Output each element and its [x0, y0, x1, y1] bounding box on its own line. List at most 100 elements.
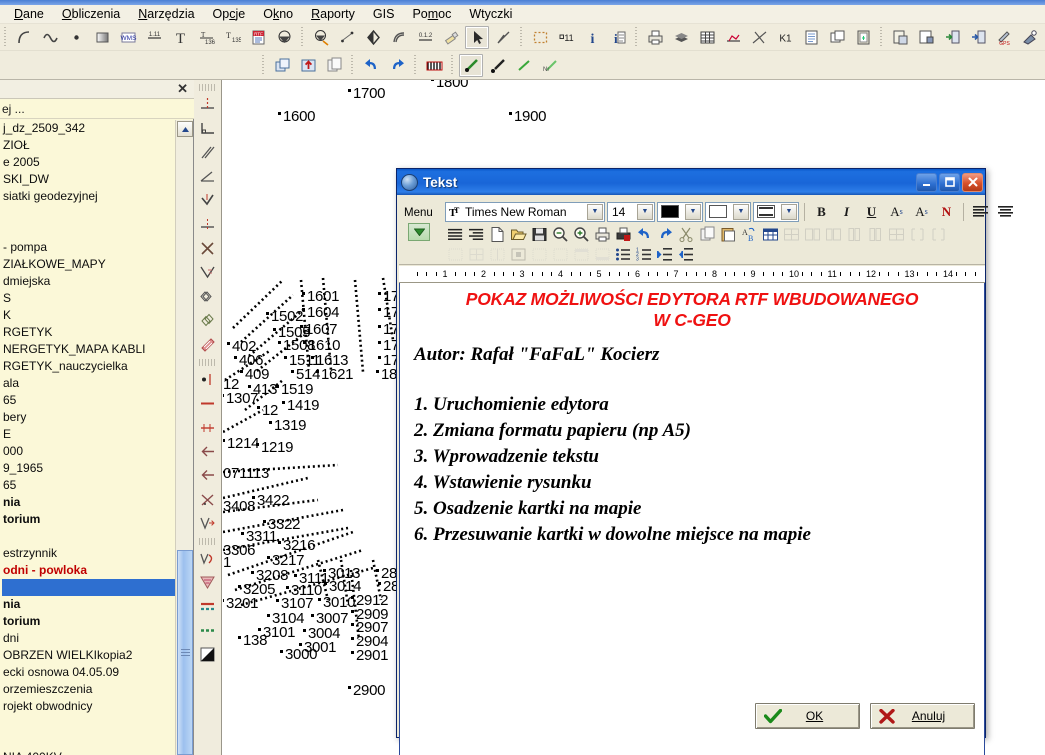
layer-item[interactable]: RGETYK: [2, 324, 176, 341]
symbol-filled-icon[interactable]: [272, 26, 296, 49]
layers-scrollbar[interactable]: [175, 120, 193, 755]
layer-item[interactable]: [2, 222, 176, 239]
snap-green-icon[interactable]: [511, 54, 535, 77]
text-subscript-icon[interactable]: T 135: [220, 26, 244, 49]
menu-item-gis[interactable]: GIS: [365, 6, 403, 22]
column-delete-icon[interactable]: [865, 225, 886, 244]
menu-item-pomoc[interactable]: Pomoc: [404, 6, 459, 22]
menu-item-opcje[interactable]: Opcje: [205, 6, 254, 22]
angle-measure-icon[interactable]: [196, 165, 220, 188]
superscript-button[interactable]: As: [885, 201, 908, 222]
right-angle-icon[interactable]: [196, 117, 220, 140]
layer-item[interactable]: j_dz_2509_342: [2, 120, 176, 137]
layer-item[interactable]: ala: [2, 375, 176, 392]
number-list-icon[interactable]: 123: [634, 245, 655, 264]
layer-item[interactable]: dmiejska: [2, 273, 176, 290]
table-borders-icon[interactable]: [886, 225, 907, 244]
close-button[interactable]: [962, 172, 983, 192]
document-icon[interactable]: [799, 26, 823, 49]
info-list-icon[interactable]: i: [606, 26, 630, 49]
find-replace-icon[interactable]: AB: [739, 225, 760, 244]
symbol-delete-icon[interactable]: [309, 26, 333, 49]
layer-item[interactable]: dni: [2, 630, 176, 647]
section-break-icon[interactable]: [928, 225, 949, 244]
line-style-icon[interactable]: [196, 595, 220, 618]
satellite-icon[interactable]: [1018, 26, 1042, 49]
point-icon[interactable]: [64, 26, 88, 49]
rail-grip[interactable]: [198, 84, 217, 91]
cancel-button[interactable]: Anuluj: [870, 703, 975, 729]
layer-item[interactable]: 65: [2, 392, 176, 409]
toolbar-grip[interactable]: [349, 55, 356, 75]
highlight-color-select[interactable]: ▼: [705, 201, 751, 222]
layer-item[interactable]: ecki osnowa 04.05.09: [2, 664, 176, 681]
tick-marks-icon[interactable]: [196, 416, 220, 439]
area-fill-icon[interactable]: [196, 571, 220, 594]
rail-grip[interactable]: [198, 359, 217, 366]
layer-item[interactable]: [2, 715, 176, 732]
subscript-button[interactable]: As: [910, 201, 933, 222]
table-grid-icon[interactable]: [781, 225, 802, 244]
angle-icon[interactable]: [491, 26, 515, 49]
insert-table-icon[interactable]: [760, 225, 781, 244]
layer-item[interactable]: e 2005: [2, 154, 176, 171]
hatch-offset-icon[interactable]: [196, 309, 220, 332]
maximize-button[interactable]: [939, 172, 960, 192]
toolbar-grip[interactable]: [878, 27, 885, 47]
font-family-select[interactable]: TT Times New Roman ▼: [445, 201, 605, 222]
layer-item[interactable]: NERGETYK_MAPA KABLI: [2, 341, 176, 358]
menu-item-dane[interactable]: Dane: [6, 6, 52, 22]
layer-item[interactable]: torium: [2, 613, 176, 630]
dimension-icon[interactable]: 1.11: [142, 26, 166, 49]
align-left-button[interactable]: [969, 201, 992, 222]
print-preview-icon[interactable]: [613, 225, 634, 244]
export-device-icon[interactable]: [966, 26, 990, 49]
cell-pattern-icon[interactable]: [529, 245, 550, 264]
toolbar-grip[interactable]: [412, 55, 419, 75]
text-tool-icon[interactable]: T: [168, 26, 192, 49]
layer-item[interactable]: estrzynnik: [2, 545, 176, 562]
page-break-icon[interactable]: [907, 225, 928, 244]
chevron-down-icon[interactable]: ▼: [685, 203, 701, 220]
layers-list[interactable]: j_dz_2509_342 ZIOŁ e 2005 SKI_DW siatki geod…: [0, 120, 176, 755]
spline-icon[interactable]: [38, 26, 62, 49]
area-arrow-icon[interactable]: [196, 512, 220, 535]
polyline-check-icon[interactable]: [196, 189, 220, 212]
hatch-red-icon[interactable]: [196, 333, 220, 356]
layer-item[interactable]: orzemieszczenia: [2, 681, 176, 698]
menu-item-wtyczki[interactable]: Wtyczki: [461, 6, 520, 22]
toolbar-grip[interactable]: [518, 27, 525, 47]
chevron-down-icon[interactable]: ▼: [587, 203, 603, 220]
bold-button[interactable]: B: [810, 201, 833, 222]
exit-icon[interactable]: [422, 54, 446, 77]
save-icon[interactable]: [529, 225, 550, 244]
menu-item-okno[interactable]: Okno: [255, 6, 301, 22]
number-label-icon[interactable]: 0.1.2: [413, 26, 437, 49]
print-icon[interactable]: [592, 225, 613, 244]
layer-item[interactable]: [2, 579, 176, 596]
perpendicular-icon[interactable]: [196, 93, 220, 116]
minimize-button[interactable]: [916, 172, 937, 192]
line-red-icon[interactable]: [196, 392, 220, 415]
profile-icon[interactable]: [721, 26, 745, 49]
copy-layers-icon[interactable]: [825, 26, 849, 49]
horizontal-ruler[interactable]: 1 2 3 4 5 6 7 8 9 10 11 12 13 14: [399, 266, 985, 283]
border-style-select[interactable]: ▼: [753, 201, 799, 222]
arrow-select-icon[interactable]: [465, 25, 489, 49]
toolbar-grip[interactable]: [449, 55, 456, 75]
layer-item[interactable]: [2, 205, 176, 222]
layer-item[interactable]: nia: [2, 494, 176, 511]
paste-icon[interactable]: [718, 225, 739, 244]
rtf-editor-area[interactable]: POKAZ MOŻLIWOŚCI EDYTORA RTF WBUDOWANEGO…: [399, 283, 985, 755]
layer-item[interactable]: ZIOŁ: [2, 137, 176, 154]
clipboard-in-icon[interactable]: [851, 26, 875, 49]
import-device-icon[interactable]: [940, 26, 964, 49]
eraser-icon[interactable]: [439, 26, 463, 49]
italic-button[interactable]: I: [835, 201, 858, 222]
hatch-double-icon[interactable]: [196, 285, 220, 308]
align-center-button[interactable]: [994, 201, 1017, 222]
wms-icon[interactable]: WMS: [116, 26, 140, 49]
layer-item[interactable]: torium: [2, 511, 176, 528]
layer-item[interactable]: ZIAŁKOWE_MAPY: [2, 256, 176, 273]
copy-icon[interactable]: [322, 54, 346, 77]
